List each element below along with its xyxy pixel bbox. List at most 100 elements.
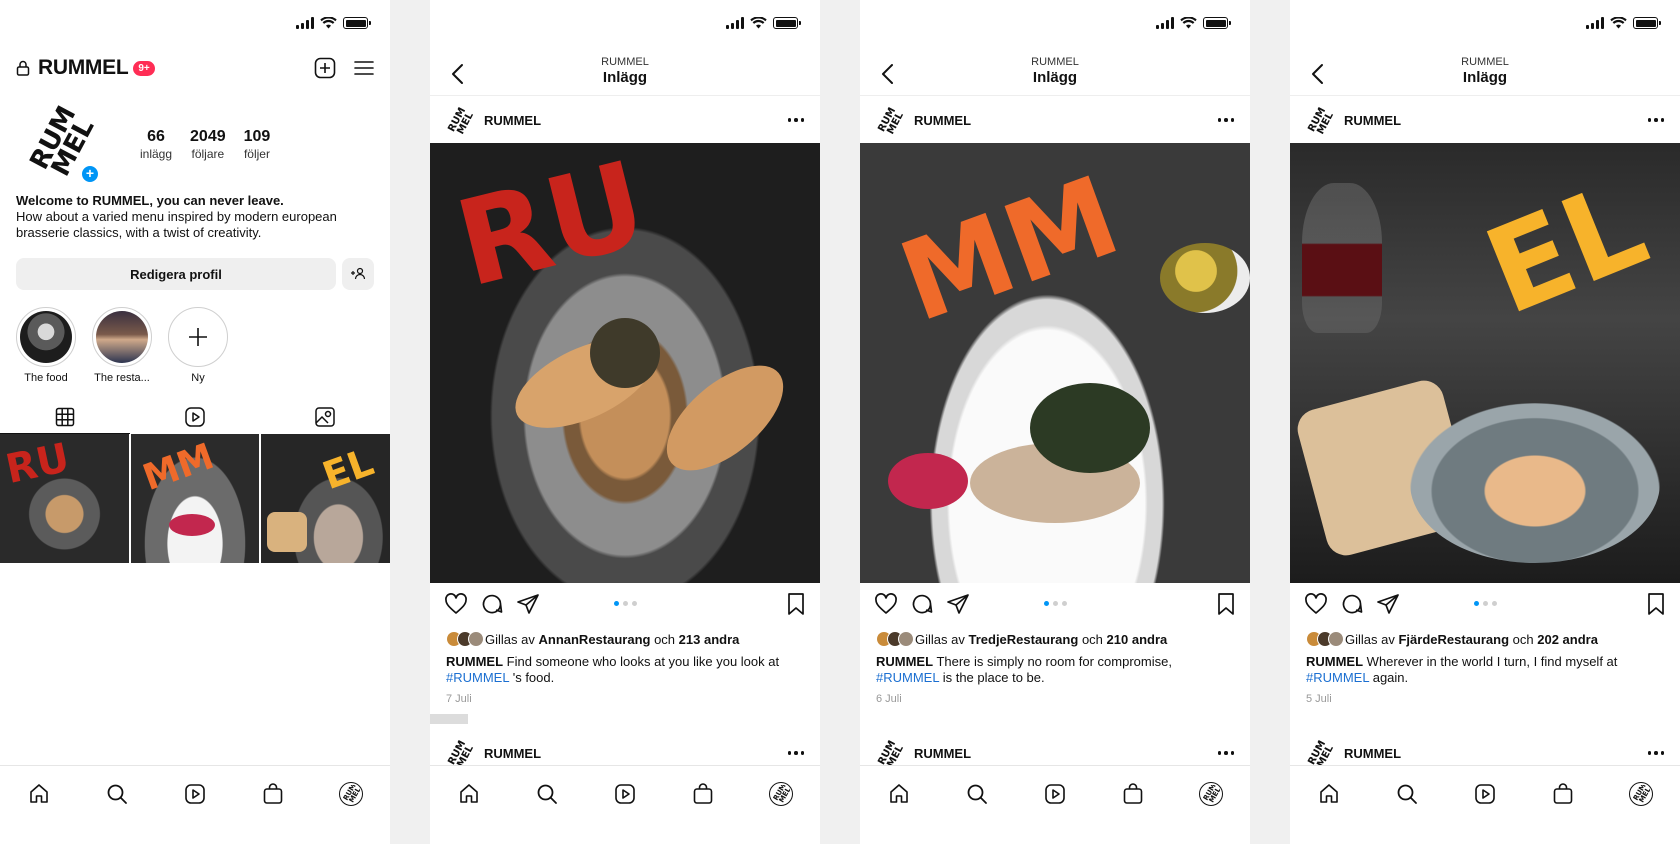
- search-icon: [107, 784, 127, 804]
- tab-home[interactable]: [877, 782, 921, 808]
- author-avatar[interactable]: RUMMEL: [446, 738, 474, 768]
- post-image[interactable]: EL: [1290, 143, 1680, 583]
- menu-icon[interactable]: [354, 60, 374, 76]
- reels-icon: [1045, 784, 1065, 804]
- header-title: Inlägg: [1032, 69, 1078, 86]
- author-avatar[interactable]: RUMMEL: [876, 738, 904, 768]
- tab-profile[interactable]: RUM MEL: [1619, 782, 1663, 808]
- profile-avatar: RUM MEL: [769, 782, 793, 806]
- profile-avatar-large[interactable]: RUM MEL +: [20, 100, 100, 184]
- more-options-icon[interactable]: [1217, 751, 1234, 755]
- author-avatar[interactable]: RUMMEL: [446, 105, 474, 135]
- post-screen: RUMMEL Inlägg RUM MEL RUMMEL RU Gillas av…: [430, 0, 820, 844]
- scroll-indicator: [430, 714, 468, 724]
- stat-followers[interactable]: 2049 följare: [190, 128, 226, 161]
- more-options-icon[interactable]: [1217, 118, 1234, 122]
- post-image[interactable]: MM: [860, 143, 1250, 583]
- highlight-restaurant[interactable]: The resta...: [92, 307, 152, 384]
- author-name[interactable]: RUMMEL: [484, 113, 541, 128]
- add-story-plus-icon[interactable]: +: [80, 164, 100, 184]
- post-caption: RUMMEL Wherever in the world I turn, I f…: [1306, 654, 1618, 685]
- more-options-icon[interactable]: [787, 751, 804, 755]
- post-image[interactable]: RU: [430, 143, 820, 583]
- tab-shop[interactable]: [1541, 782, 1585, 808]
- create-post-icon[interactable]: [314, 57, 336, 79]
- author-name[interactable]: RUMMEL: [484, 746, 541, 761]
- tab-grid[interactable]: [0, 402, 130, 432]
- header-account-name: RUMMEL: [1461, 56, 1509, 68]
- liker-avatars: [446, 631, 484, 647]
- profile-avatar: RUM MEL: [1629, 782, 1653, 806]
- likes-line[interactable]: Gillas av TredjeRestaurang och 210 andra: [876, 631, 1234, 647]
- stat-following[interactable]: 109 följer: [244, 128, 271, 161]
- tab-profile[interactable]: RUM MEL: [759, 782, 803, 808]
- tab-reels[interactable]: [130, 402, 260, 432]
- tab-reels-nav[interactable]: [603, 782, 647, 808]
- tab-search[interactable]: [1385, 782, 1429, 808]
- battery-icon: [343, 17, 371, 29]
- caption-user[interactable]: RUMMEL: [876, 654, 933, 669]
- caption-user[interactable]: RUMMEL: [1306, 654, 1363, 669]
- reels-icon: [1475, 784, 1495, 804]
- reels-icon: [615, 784, 635, 804]
- signal-icon: [1586, 17, 1604, 29]
- author-name[interactable]: RUMMEL: [914, 746, 971, 761]
- more-options-icon[interactable]: [787, 118, 804, 122]
- header-title: Inlägg: [1462, 69, 1508, 86]
- discover-people-button[interactable]: [342, 258, 374, 290]
- post-overlay-text: MM: [884, 151, 1135, 347]
- tab-home[interactable]: [447, 782, 491, 808]
- tab-reels-nav[interactable]: [1033, 782, 1077, 808]
- author-name[interactable]: RUMMEL: [1344, 113, 1401, 128]
- shop-icon: [693, 783, 713, 804]
- likes-line[interactable]: Gillas av AnnanRestaurang och 213 andra: [446, 631, 804, 647]
- wifi-icon: [750, 17, 767, 29]
- bio-title: Welcome to RUMMEL, you can never leave.: [16, 193, 284, 208]
- highlight-new[interactable]: Ny: [168, 307, 228, 384]
- caption-user[interactable]: RUMMEL: [446, 654, 503, 669]
- tab-search[interactable]: [955, 782, 999, 808]
- tab-profile[interactable]: RUM MEL: [1189, 782, 1233, 808]
- bottom-tab-bar: RUM MEL: [430, 765, 820, 844]
- hashtag-link[interactable]: #RUMMEL: [876, 670, 939, 685]
- author-name[interactable]: RUMMEL: [1344, 746, 1401, 761]
- more-options-icon[interactable]: [1647, 118, 1664, 122]
- tab-reels-nav[interactable]: [173, 782, 217, 808]
- hashtag-link[interactable]: #RUMMEL: [446, 670, 509, 685]
- profile-header: RUMMEL 9+: [16, 54, 374, 82]
- profile-username[interactable]: RUMMEL: [38, 56, 129, 80]
- profile-avatar: RUM MEL: [1199, 782, 1223, 806]
- tab-search[interactable]: [525, 782, 569, 808]
- likes-line[interactable]: Gillas av FjärdeRestaurang och 202 andra: [1306, 631, 1664, 647]
- post-overlay-text: EL: [1467, 154, 1664, 342]
- tab-search[interactable]: [95, 782, 139, 808]
- tab-shop[interactable]: [1111, 782, 1155, 808]
- author-avatar[interactable]: RUMMEL: [1306, 738, 1334, 768]
- tab-shop[interactable]: [251, 782, 295, 808]
- grid-post-ru[interactable]: RU: [0, 434, 129, 563]
- header-account-name: RUMMEL: [1031, 56, 1079, 68]
- grid-bread-accent: [267, 512, 308, 552]
- carousel-dots: [1290, 601, 1680, 606]
- wifi-icon: [320, 17, 337, 29]
- tab-home[interactable]: [17, 782, 61, 808]
- author-name[interactable]: RUMMEL: [914, 113, 971, 128]
- grid-post-el[interactable]: EL: [261, 434, 390, 563]
- tab-profile[interactable]: RUM MEL: [329, 782, 373, 808]
- grid-overlay-ru: RU: [1, 434, 74, 494]
- tab-tagged[interactable]: [260, 402, 390, 432]
- grid-overlay-el: EL: [317, 439, 380, 499]
- highlight-food[interactable]: The food: [16, 307, 76, 384]
- tab-home[interactable]: [1307, 782, 1351, 808]
- author-avatar[interactable]: RUMMEL: [876, 105, 904, 135]
- bottom-tab-bar: RUM MEL: [0, 765, 390, 844]
- grid-post-mm[interactable]: MM: [130, 434, 260, 563]
- tab-reels-nav[interactable]: [1463, 782, 1507, 808]
- edit-profile-button[interactable]: Redigera profil: [16, 258, 336, 290]
- hashtag-link[interactable]: #RUMMEL: [1306, 670, 1369, 685]
- author-avatar[interactable]: RUMMEL: [1306, 105, 1334, 135]
- more-options-icon[interactable]: [1647, 751, 1664, 755]
- tab-shop[interactable]: [681, 782, 725, 808]
- wifi-icon: [1610, 17, 1627, 29]
- stat-posts[interactable]: 66 inlägg: [140, 128, 172, 161]
